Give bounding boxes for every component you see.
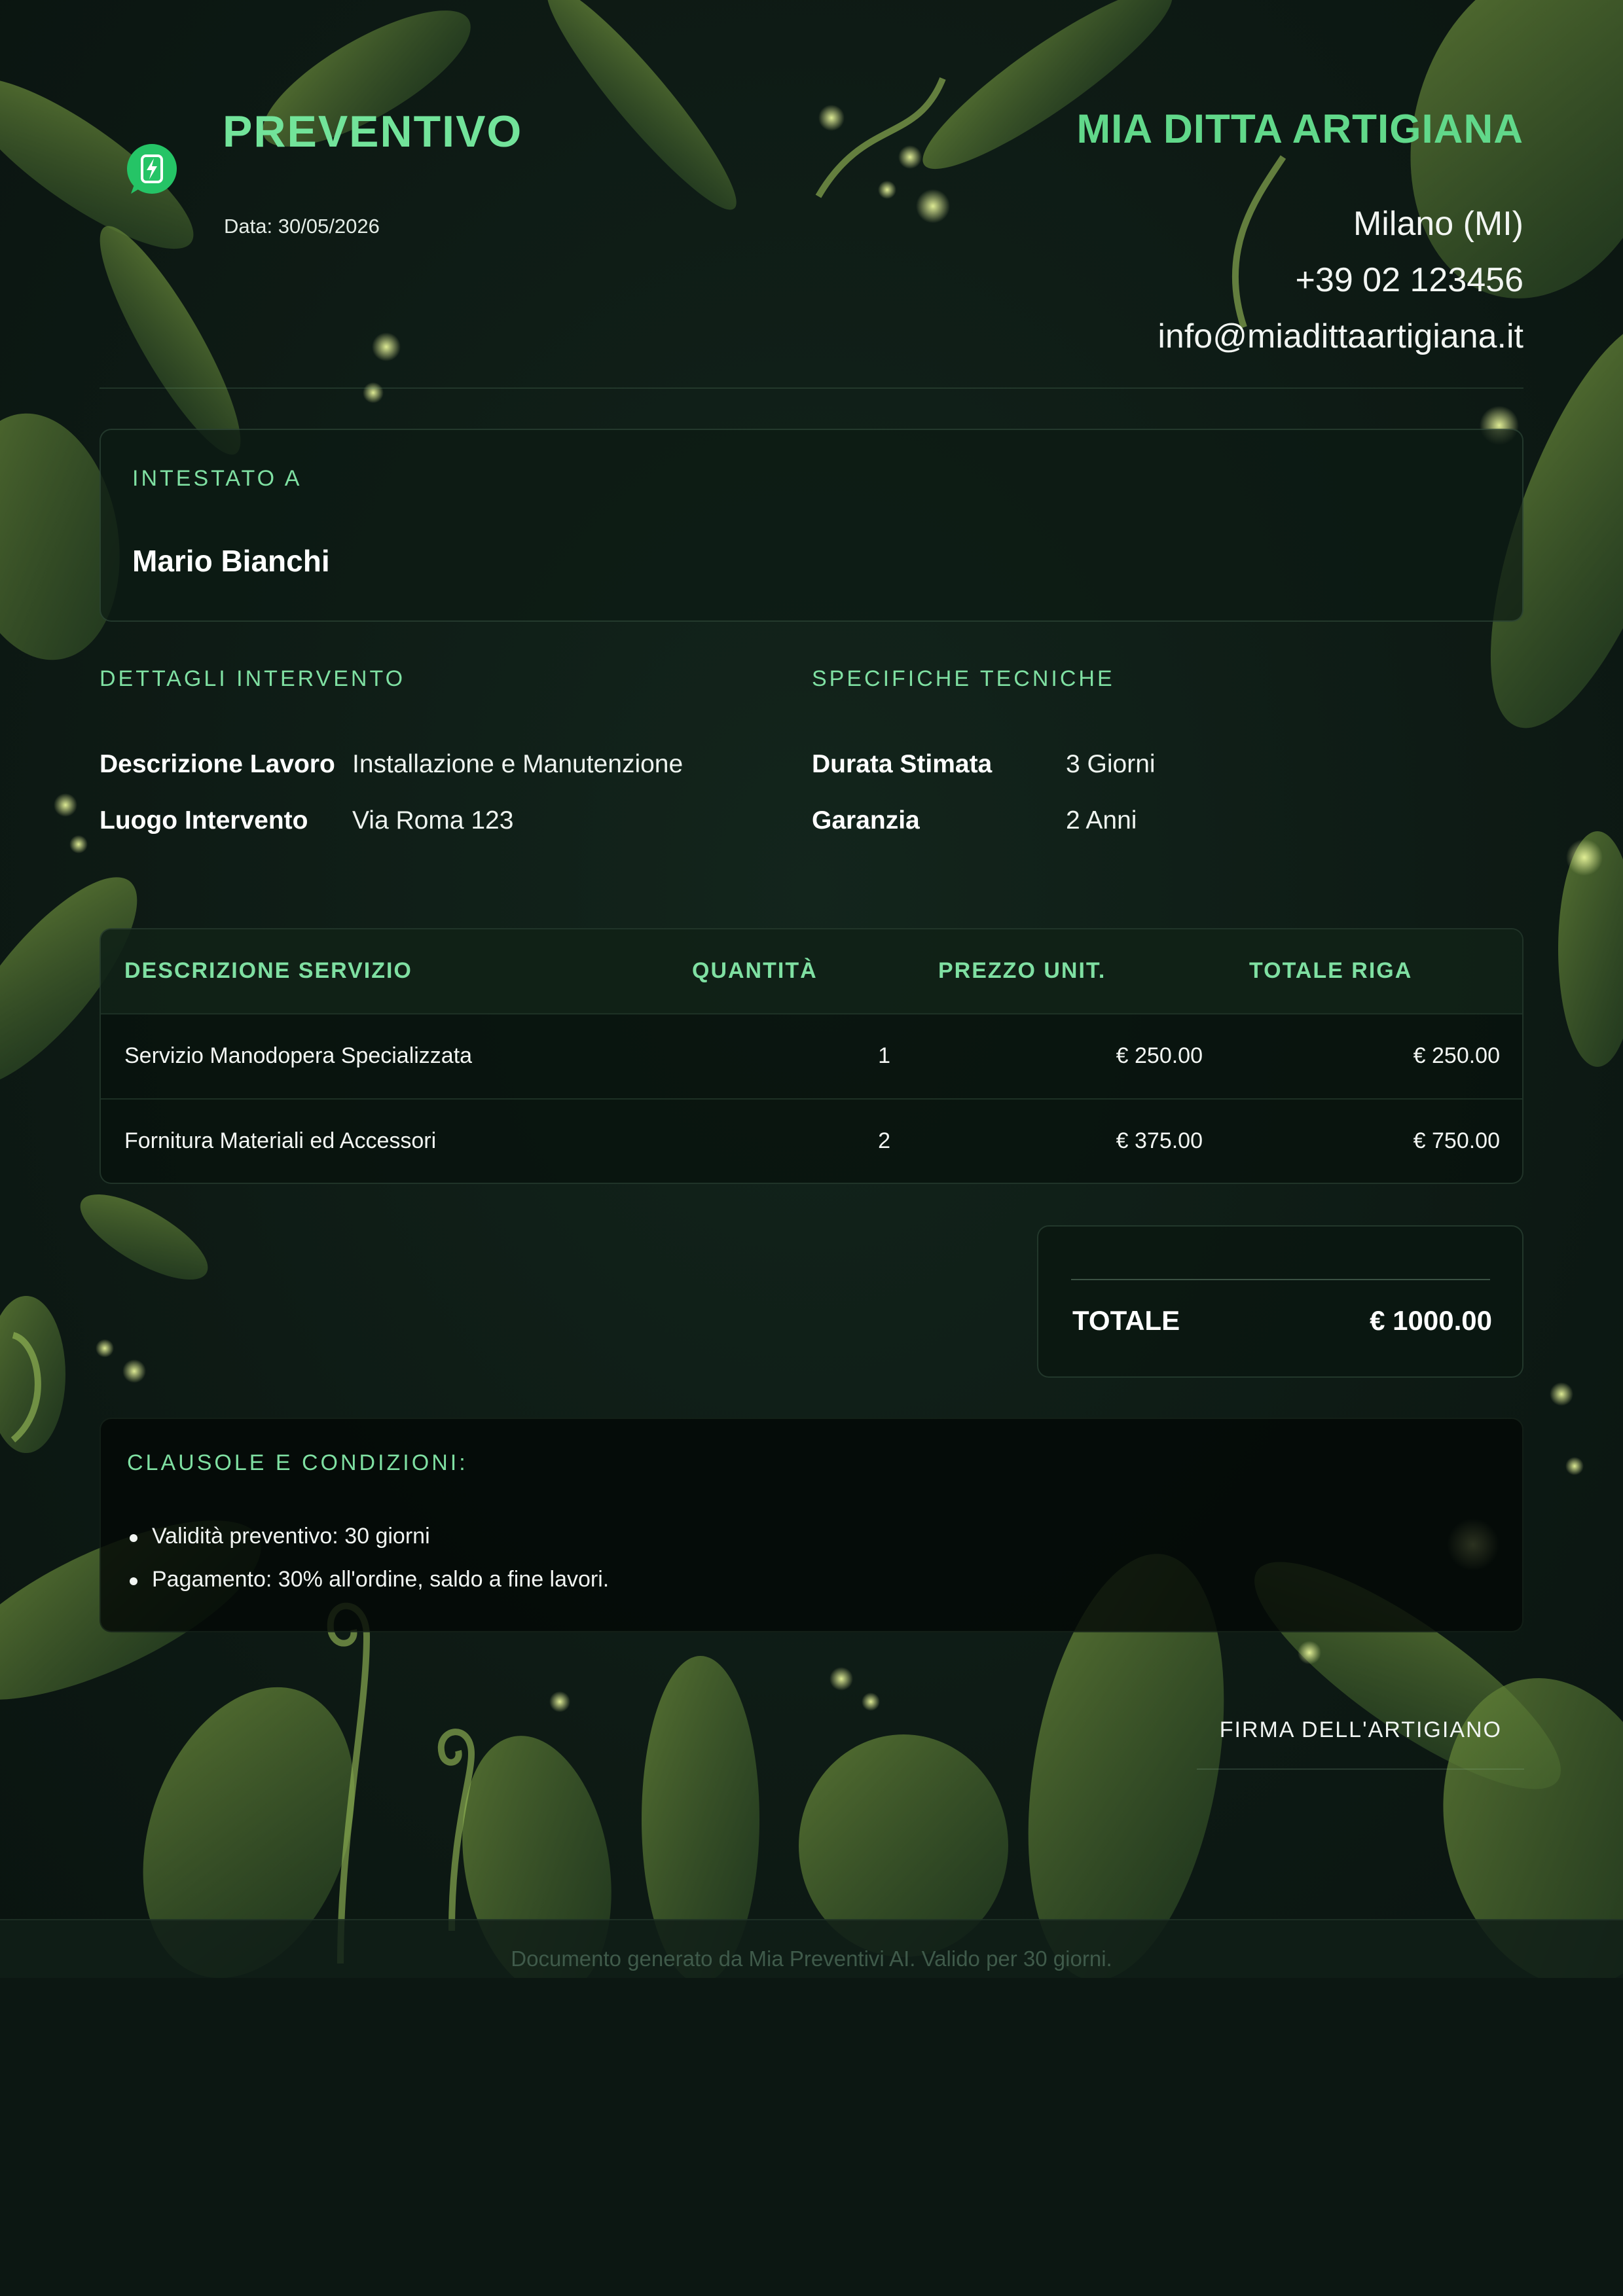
- row-total: € 250.00: [1413, 1043, 1500, 1068]
- detail-key: Luogo Intervento: [100, 806, 308, 834]
- leaf-shape: [1558, 831, 1623, 1067]
- glow-dot: [862, 1693, 880, 1711]
- client-name: Mario Bianchi: [132, 544, 330, 578]
- leaf-shape: [80, 1194, 208, 1280]
- glow-dot: [122, 1359, 146, 1383]
- glow-dot: [69, 835, 88, 853]
- vine: [815, 77, 946, 198]
- client-card: [100, 429, 1523, 622]
- table-divider: [101, 1013, 1522, 1014]
- document-date: Data: 30/05/2026: [224, 215, 380, 238]
- row-quantity: 1: [878, 1043, 890, 1068]
- footer-note: Documento generato da Mia Preventivi AI.…: [511, 1946, 1112, 1971]
- glow-dot: [898, 145, 922, 169]
- glow-dot: [1565, 1457, 1584, 1475]
- glow-dot: [54, 793, 77, 817]
- glow-dot: [878, 181, 896, 199]
- row-description: Fornitura Materiali ed Accessori: [124, 1128, 437, 1153]
- leaf-shape: [0, 78, 194, 249]
- glow-dot: [1550, 1382, 1573, 1406]
- total-label: TOTALE: [1072, 1305, 1180, 1336]
- bullet-icon: [130, 1577, 137, 1585]
- document-title: PREVENTIVO: [223, 107, 523, 156]
- header-divider: [100, 387, 1523, 389]
- client-section-label: INTESTATO A: [132, 466, 302, 491]
- leaf-shape: [0, 1296, 65, 1453]
- row-unit-price: € 375.00: [1116, 1128, 1203, 1153]
- spec-key: Durata Stimata: [812, 750, 993, 778]
- detail-value: Installazione e Manutenzione: [352, 750, 684, 778]
- quote-page: PREVENTIVO Data: 30/05/2026 MIA DITTA AR…: [0, 0, 1623, 1978]
- table-header-unit-price: PREZZO UNIT.: [938, 958, 1106, 983]
- signature-label: FIRMA DELL'ARTIGIANO: [1219, 1717, 1502, 1742]
- row-total: € 750.00: [1413, 1128, 1500, 1153]
- fern-curl: [10, 1332, 41, 1443]
- row-unit-price: € 250.00: [1116, 1043, 1203, 1068]
- glow-dot: [96, 1339, 114, 1357]
- total-value: € 1000.00: [1370, 1305, 1492, 1336]
- specs-section-label: SPECIFICHE TECNICHE: [812, 666, 1115, 691]
- bullet-icon: [130, 1534, 137, 1542]
- vine: [1231, 155, 1286, 329]
- glow-dot: [818, 105, 845, 131]
- leaf-shape: [547, 0, 737, 210]
- signature-line: [1197, 1768, 1524, 1770]
- fern-curl: [437, 1729, 475, 1931]
- table-divider: [101, 1098, 1522, 1100]
- detail-value: Via Roma 123: [352, 806, 514, 834]
- glow-dot: [363, 382, 384, 403]
- leaf-shape: [922, 0, 1173, 170]
- glow-dot: [1298, 1641, 1321, 1664]
- total-box: [1037, 1225, 1523, 1378]
- company-name: MIA DITTA ARTIGIANA: [1076, 107, 1523, 152]
- total-divider: [1071, 1279, 1490, 1280]
- clause-item: Pagamento: 30% all'ordine, saldo a fine …: [152, 1567, 610, 1592]
- fern-curl: [327, 1602, 371, 1964]
- company-email: info@miadittaartigiana.it: [1158, 317, 1523, 355]
- glow-dot: [916, 189, 950, 223]
- spec-value: 2 Anni: [1066, 806, 1137, 834]
- clauses-section-label: CLAUSOLE E CONDIZIONI:: [127, 1450, 468, 1475]
- table-header-row-total: TOTALE RIGA: [1249, 958, 1413, 983]
- details-section-label: DETTAGLI INTERVENTO: [100, 666, 406, 691]
- spec-key: Garanzia: [812, 806, 920, 834]
- glow-dot: [549, 1691, 570, 1712]
- company-phone: +39 02 123456: [1295, 261, 1523, 299]
- table-header-quantity: QUANTITÀ: [692, 958, 818, 983]
- whatsapp-bolt-icon: [124, 143, 179, 198]
- glow-dot: [372, 332, 401, 361]
- clause-item: Validità preventivo: 30 giorni: [152, 1524, 430, 1549]
- company-city: Milano (MI): [1353, 205, 1523, 243]
- glow-dot: [1566, 839, 1603, 876]
- spec-value: 3 Giorni: [1066, 750, 1156, 778]
- row-description: Servizio Manodopera Specializzata: [124, 1043, 473, 1068]
- detail-key: Descrizione Lavoro: [100, 750, 335, 778]
- table-header-description: DESCRIZIONE SERVIZIO: [124, 958, 412, 983]
- row-quantity: 2: [878, 1128, 890, 1153]
- glow-dot: [830, 1667, 853, 1691]
